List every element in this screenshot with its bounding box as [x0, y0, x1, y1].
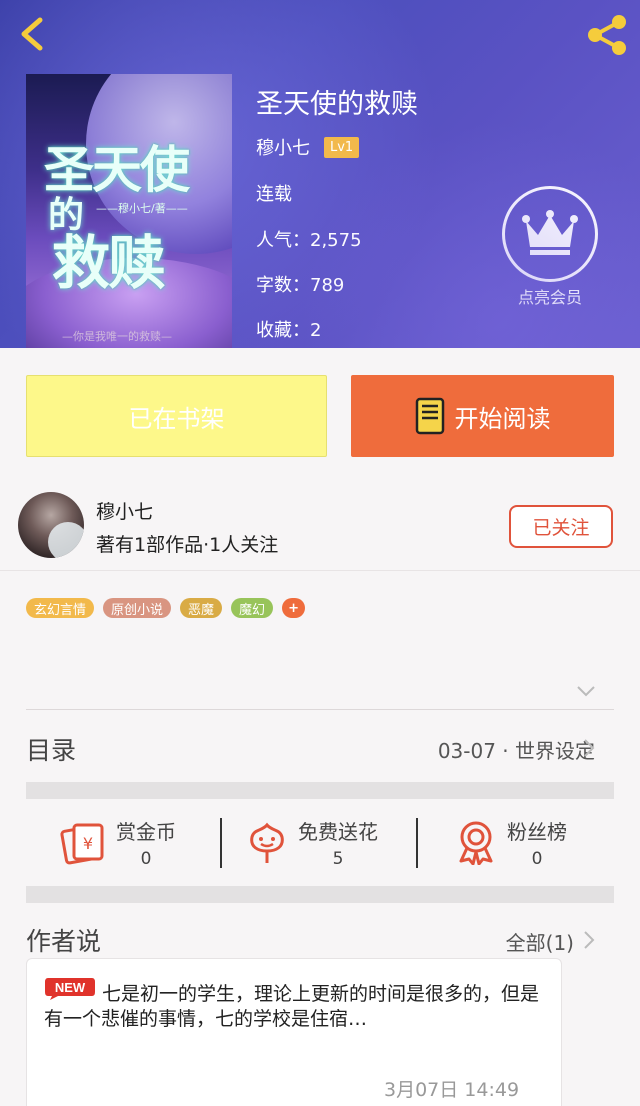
cover-author: ——穆小七/著—— — [96, 202, 188, 215]
tag-list: 玄幻言情 原创小说 恶魔 魔幻 + — [26, 598, 314, 618]
back-arrow-icon[interactable] — [14, 14, 54, 54]
stat-label: 赏金币 — [116, 819, 176, 844]
divider — [416, 818, 418, 868]
fan-rank-stat[interactable]: 粉丝榜 0 — [455, 814, 567, 870]
svg-text:¥: ¥ — [83, 834, 93, 853]
follow-button[interactable]: 已关注 — [509, 505, 613, 548]
book-header: 圣天使 的 ——穆小七/著—— 救赎 —你是我唯一的救赎— 圣天使的救赎 穆小七… — [0, 0, 640, 348]
divider — [26, 709, 614, 710]
vip-button[interactable]: 点亮会员 — [500, 186, 600, 307]
book-author[interactable]: 穆小七 — [256, 134, 310, 160]
chevron-right-icon[interactable] — [583, 738, 595, 758]
start-reading-label: 开始阅读 — [454, 404, 551, 433]
vip-label: 点亮会员 — [517, 288, 582, 307]
author-note-time: 3月07日 14:49 — [384, 1079, 520, 1101]
divider — [0, 570, 640, 571]
toc-label[interactable]: 目录 — [26, 731, 76, 767]
author-meta: 著有1部作品·1人关注 — [96, 534, 279, 556]
stat-label: 免费送花 — [298, 819, 378, 844]
author-note-text: 七是初一的学生，理论上更新的时间是很多的，但是有一个悲催的事情，七的学校是住宿… — [44, 983, 540, 1030]
add-tag-button[interactable]: + — [282, 598, 305, 618]
chevron-right-icon[interactable] — [583, 930, 595, 950]
author-name[interactable]: 穆小七 — [96, 497, 153, 524]
free-flower-stat[interactable]: 免费送花 5 — [246, 814, 378, 870]
flower-icon — [250, 822, 284, 863]
share-icon[interactable] — [584, 12, 630, 58]
tag-pill[interactable]: 恶魔 — [180, 598, 223, 618]
divider — [220, 818, 222, 868]
book-icon — [415, 397, 444, 435]
book-author-line: 穆小七 Lv1 — [256, 134, 360, 160]
book-status: 连载 — [256, 184, 292, 205]
cover-title-line3: 救赎 — [52, 229, 166, 297]
book-title: 圣天使的救赎 — [256, 89, 418, 120]
book-cover[interactable]: 圣天使 的 ——穆小七/著—— 救赎 —你是我唯一的救赎— — [26, 74, 232, 348]
author-says-all-link[interactable]: 全部(1) — [506, 927, 574, 956]
popularity: 人气：2,575 — [256, 230, 362, 251]
cover-tagline: —你是我唯一的救赎— — [62, 330, 172, 343]
medal-icon — [459, 821, 493, 865]
gold-coin-stat[interactable]: ¥ 赏金币 0 — [60, 814, 176, 870]
stat-value: 0 — [140, 848, 152, 869]
author-avatar[interactable] — [18, 492, 84, 558]
tag-pill[interactable]: 原创小说 — [103, 598, 172, 618]
start-reading-button[interactable]: 开始阅读 — [351, 375, 614, 457]
word-count: 字数：789 — [256, 275, 345, 296]
in-shelf-button[interactable]: 已在书架 — [26, 375, 327, 457]
stat-label: 粉丝榜 — [507, 819, 567, 844]
tag-pill[interactable]: 魔幻 — [231, 598, 274, 618]
tag-pill[interactable]: 玄幻言情 — [26, 598, 95, 618]
stat-value: 5 — [332, 848, 344, 869]
chevron-down-icon[interactable] — [576, 684, 596, 698]
author-says-label: 作者说 — [26, 927, 102, 956]
section-separator — [26, 886, 614, 903]
crown-icon — [502, 186, 598, 282]
gold-coin-icon: ¥ — [60, 823, 104, 865]
section-separator — [26, 782, 614, 799]
favorites-count: 收藏：2 — [256, 320, 322, 341]
stat-value: 0 — [531, 848, 543, 869]
latest-chapter[interactable]: 03-07 · 世界设定 — [438, 735, 595, 764]
level-badge: Lv1 — [324, 136, 360, 158]
